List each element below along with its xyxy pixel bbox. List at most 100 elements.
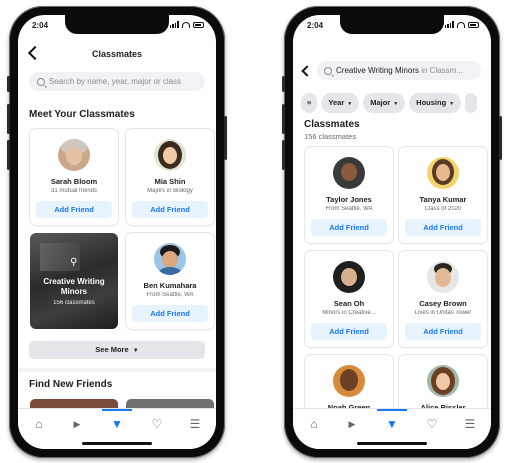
status-icons: [169, 21, 204, 28]
add-friend-button[interactable]: Add Friend: [311, 219, 387, 236]
search-icon: [37, 77, 45, 86]
classmate-card[interactable]: Tanya Kumar Class of 2020 Add Friend: [399, 147, 487, 243]
volume-up-button: [282, 104, 285, 134]
power-button: [499, 116, 502, 160]
avatar: [333, 365, 365, 397]
filter-housing[interactable]: Housing ▼: [409, 93, 462, 113]
status-time: 2:04: [307, 21, 324, 30]
results-count: 156 classmates: [304, 132, 357, 141]
card-subtitle: Majors in Biology: [147, 188, 193, 194]
classmate-card[interactable]: Sean Oh Minors in Creative... Add Friend: [305, 251, 393, 347]
group-count: 156 classmates: [53, 300, 95, 306]
section-title-meet: Meet Your Classmates: [29, 109, 135, 120]
add-friend-button[interactable]: Add Friend: [132, 201, 208, 218]
card-subtitle: Class of 2020: [424, 206, 462, 212]
battery-icon: [193, 21, 204, 28]
caret-down-icon: ▼: [347, 101, 353, 107]
filter-more[interactable]: [465, 93, 478, 113]
page-title: Classmates: [91, 49, 143, 59]
card-name: Ben Kumahara: [143, 281, 197, 290]
search-icon: ⚲: [70, 257, 78, 268]
avatar: [427, 261, 459, 293]
search-input[interactable]: Creative Writing Minors in Classm...: [317, 61, 481, 80]
chevron-down-icon: ▼: [132, 348, 139, 354]
avatar: [333, 261, 365, 293]
power-button: [224, 116, 227, 160]
home-indicator: [82, 442, 152, 445]
battery-icon: [468, 21, 479, 28]
mute-switch: [282, 76, 285, 92]
section-divider: [18, 368, 216, 372]
filter-year[interactable]: Year ▼: [321, 93, 360, 113]
groups-icon[interactable]: ▼: [110, 417, 124, 431]
menu-icon[interactable]: ☰: [463, 417, 477, 431]
card-subtitle: From Seattle, WA: [146, 292, 194, 298]
card-name: Tanya Kumar: [419, 195, 467, 204]
wifi-icon: [182, 21, 190, 28]
avatar: [333, 157, 365, 189]
filter-label: Year: [328, 98, 345, 107]
notch: [65, 15, 169, 34]
watch-icon[interactable]: ▶: [70, 417, 84, 431]
screen-right: 2:04 Creative Writing Minors in Classm..…: [293, 15, 491, 449]
avatar: [154, 243, 186, 275]
screen-left: 2:04 Classmates Search by name, year, ma…: [18, 15, 216, 449]
active-tab-indicator: [377, 409, 407, 411]
header: Classmates: [18, 41, 216, 71]
filter-bar: ≡ Year ▼ Major ▼ Housing ▼: [293, 93, 491, 113]
menu-icon[interactable]: ☰: [188, 417, 202, 431]
avatar: [427, 365, 459, 397]
groups-icon[interactable]: ▼: [385, 417, 399, 431]
notifications-icon[interactable]: ♡: [425, 417, 439, 431]
classmate-card[interactable]: Mia Shin Majors in Biology Add Friend: [126, 129, 214, 225]
card-subtitle: Lives in Unitas Tower: [414, 310, 472, 316]
add-friend-button[interactable]: Add Friend: [405, 219, 481, 236]
classmate-card[interactable]: Casey Brown Lives in Unitas Tower Add Fr…: [399, 251, 487, 347]
filter-major[interactable]: Major ▼: [363, 93, 406, 113]
classmate-card[interactable]: Sarah Bloom 31 mutual friends Add Friend: [30, 129, 118, 225]
add-friend-button[interactable]: Add Friend: [132, 305, 208, 322]
phone-left: 2:04 Classmates Search by name, year, ma…: [7, 6, 227, 458]
volume-up-button: [7, 104, 10, 134]
add-friend-button[interactable]: Add Friend: [405, 323, 481, 340]
phone-right: 2:04 Creative Writing Minors in Classm..…: [282, 6, 502, 458]
filter-label: Major: [370, 98, 391, 107]
classmate-card[interactable]: Taylor Jones From Seattle, WA Add Friend: [305, 147, 393, 243]
watch-icon[interactable]: ▶: [345, 417, 359, 431]
section-title-find: Find New Friends: [29, 379, 113, 390]
group-card-creative-writing[interactable]: ⚲ Creative Writing Minors 156 classmates: [30, 233, 118, 329]
status-icons: [444, 21, 479, 28]
notifications-icon[interactable]: ♡: [150, 417, 164, 431]
mute-switch: [7, 76, 10, 92]
card-subtitle: 31 mutual friends: [50, 188, 98, 194]
sliders-icon: ≡: [307, 98, 312, 107]
group-name: Creative Writing Minors: [43, 277, 105, 296]
classmate-card[interactable]: Ben Kumahara From Seattle, WA Add Friend: [126, 233, 214, 329]
caret-down-icon: ▼: [393, 101, 399, 107]
search-icon: [324, 66, 332, 75]
card-subtitle: Minors in Creative...: [322, 310, 376, 316]
card-name: Sarah Bloom: [50, 177, 98, 186]
card-name: Sean Oh: [333, 299, 365, 308]
volume-down-button: [282, 140, 285, 170]
add-friend-button[interactable]: Add Friend: [36, 201, 112, 218]
notch: [340, 15, 444, 34]
card-name: Taylor Jones: [326, 195, 372, 204]
wifi-icon: [457, 21, 465, 28]
see-more-label: See More: [95, 345, 129, 354]
active-tab-indicator: [102, 409, 132, 411]
see-more-button[interactable]: See More ▼: [29, 341, 205, 359]
home-icon[interactable]: ⌂: [32, 417, 46, 431]
signal-icon: [444, 21, 454, 28]
back-icon[interactable]: [301, 65, 313, 77]
search-scope: in Classm...: [421, 66, 464, 75]
filter-settings-button[interactable]: ≡: [301, 93, 318, 113]
home-icon[interactable]: ⌂: [307, 417, 321, 431]
home-indicator: [357, 442, 427, 445]
avatar: [58, 139, 90, 171]
filter-label: Housing: [416, 98, 447, 107]
avatar: [427, 157, 459, 189]
add-friend-button[interactable]: Add Friend: [311, 323, 387, 340]
tab-bar: ⌂ ▶ ▼ ♡ ☰: [293, 408, 491, 449]
search-input[interactable]: Search by name, year, major or class: [29, 72, 205, 91]
